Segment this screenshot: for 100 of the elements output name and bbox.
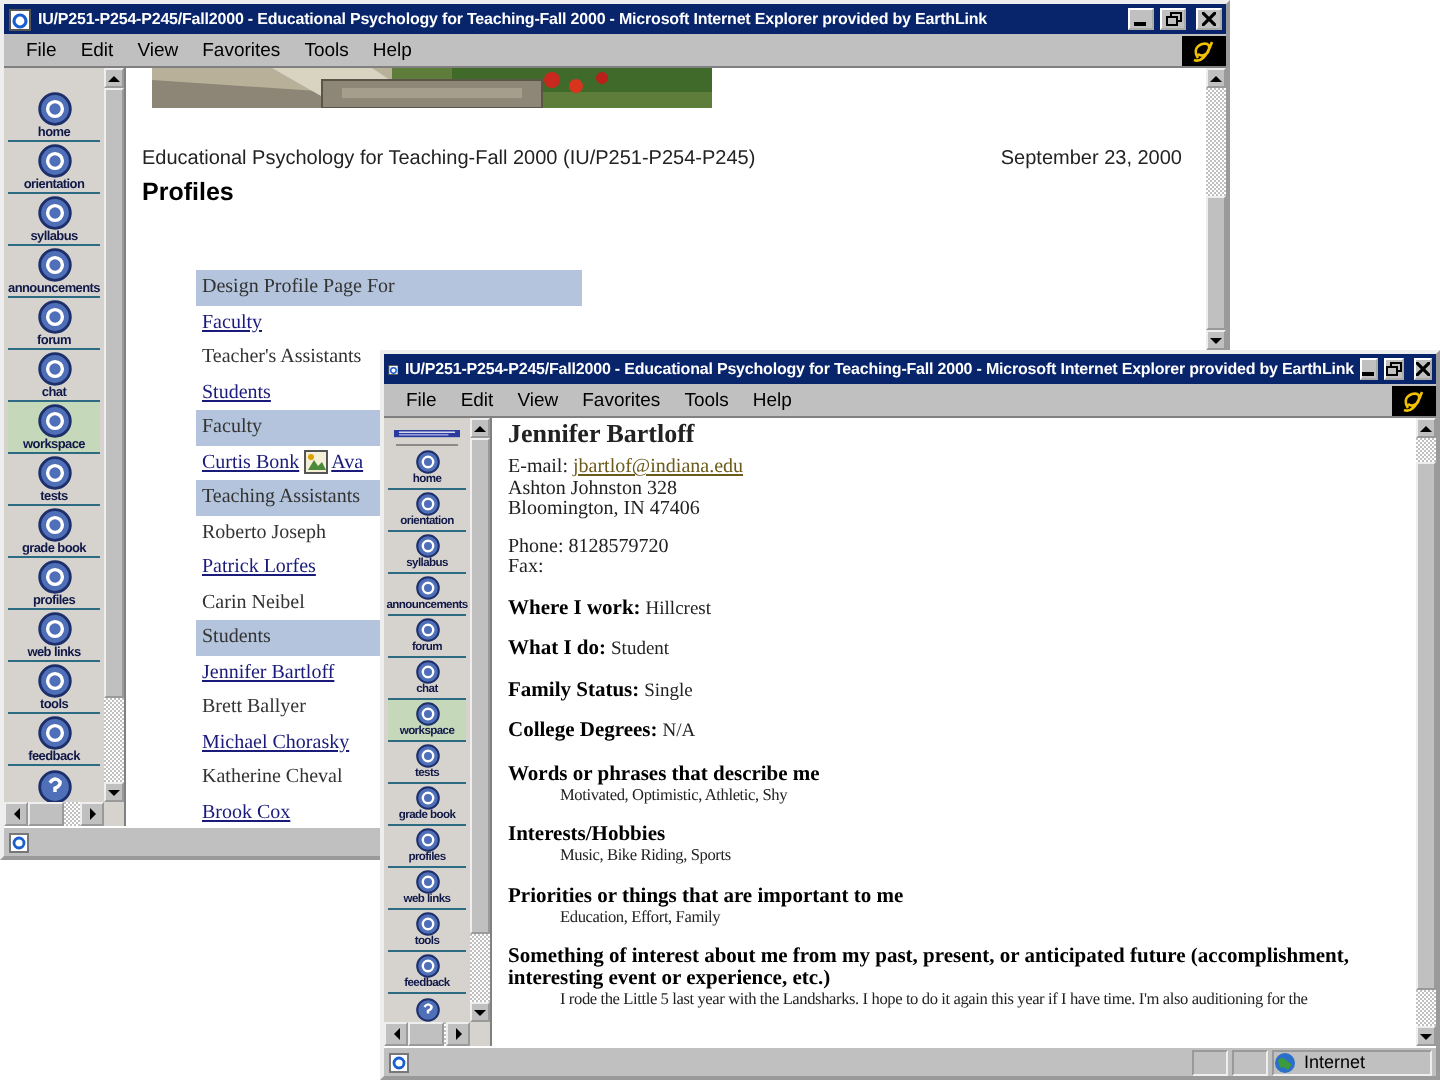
profile-link[interactable]: Students <box>202 381 271 404</box>
profile-link[interactable]: Faculty <box>202 311 262 334</box>
down-arrow-icon <box>1418 1028 1434 1044</box>
circle-icon <box>415 954 439 979</box>
circle-icon <box>415 744 439 769</box>
status-panel <box>1192 1049 1228 1075</box>
status-panel <box>1232 1049 1268 1075</box>
menu-item[interactable]: File <box>16 39 67 61</box>
field-value: Student <box>611 640 670 660</box>
scroll-left-button[interactable] <box>384 1022 408 1046</box>
profile-link[interactable]: Brook Cox <box>202 801 291 824</box>
close-icon <box>1416 362 1430 376</box>
scroll-up-button[interactable] <box>1416 418 1436 438</box>
circle-icon <box>37 91 71 126</box>
menu-item[interactable]: Favorites <box>572 389 671 411</box>
close-button[interactable] <box>1414 358 1432 380</box>
email-label: E-mail: <box>508 456 568 478</box>
circle-icon <box>37 507 71 542</box>
section-header: Teaching Assistants <box>196 480 380 515</box>
circle-icon <box>415 870 439 895</box>
menu-item[interactable]: Edit <box>450 389 504 411</box>
minimize-button[interactable] <box>1360 358 1378 380</box>
scroll-right-button[interactable] <box>446 1022 470 1046</box>
field-label: Interests/Hobbies <box>508 824 668 846</box>
profile-link[interactable]: Jennifer Bartloff <box>202 661 335 684</box>
field-label: Words or phrases that describe me <box>508 763 822 785</box>
scrollbar[interactable] <box>384 1022 470 1046</box>
window-title: IU/P251-P254-P245/Fall2000 - Educational Psychology for Teaching-Fall 2000 - Microsoft Internet Explorer provided by EarthLink <box>404 360 1354 378</box>
scroll-up-button[interactable] <box>1206 68 1226 88</box>
restore-button[interactable] <box>1160 8 1186 30</box>
scroll-thumb[interactable] <box>470 438 490 935</box>
circle-icon <box>415 828 439 853</box>
restore-icon <box>1165 12 1181 26</box>
menu-item[interactable]: Help <box>742 389 802 411</box>
section-header: Design Profile Page For <box>196 270 582 305</box>
circle-icon <box>415 702 439 727</box>
minimize-button[interactable] <box>1128 8 1154 30</box>
close-icon <box>1202 12 1216 26</box>
circle-icon <box>37 663 71 698</box>
page-icon <box>388 1051 410 1073</box>
email-link[interactable]: jbartlof@indiana.edu <box>573 456 744 478</box>
field-value: Hillcrest <box>645 599 712 619</box>
menu-item[interactable]: Help <box>362 39 422 61</box>
profile-link[interactable]: Curtis Bonk <box>202 451 300 474</box>
course-title: Educational Psychology for Teaching-Fall 2000 (IU/P251-P254-P245) <box>142 148 756 170</box>
page-icon <box>8 831 30 853</box>
scroll-thumb[interactable] <box>28 802 64 826</box>
scroll-down-button[interactable] <box>1206 330 1226 350</box>
menu-item[interactable]: File <box>396 389 447 411</box>
profile-name: Katherine Cheval <box>202 766 343 789</box>
circle-icon <box>415 618 439 643</box>
circle-icon <box>415 660 439 685</box>
menu-item[interactable]: View <box>507 389 569 411</box>
profile-link[interactable]: Ava <box>331 451 364 474</box>
profile-link[interactable]: Patrick Lorfes <box>202 556 316 579</box>
field-label: Something of interest about me from my past, present, or anticipated future (accomplishment, interesting event or experience, etc.) <box>508 946 1351 990</box>
scroll-left-button[interactable] <box>4 802 28 826</box>
up-arrow-icon <box>106 70 122 86</box>
scroll-right-button[interactable] <box>80 802 104 826</box>
field-label: Where I work: <box>508 597 641 619</box>
fax-text: Fax: <box>508 558 544 579</box>
address-line: Bloomington, IN 47406 <box>508 500 700 521</box>
scroll-down-button[interactable] <box>104 782 124 802</box>
page-heading: Profiles <box>142 178 234 206</box>
circle-icon <box>415 912 439 937</box>
menu-item[interactable]: Favorites <box>192 39 291 61</box>
circle-icon <box>37 403 71 438</box>
scroll-thumb[interactable] <box>1206 196 1226 330</box>
window-title: IU/P251-P254-P245/Fall2000 - Educational Psychology for Teaching-Fall 2000 - Microsoft Internet Explorer provided by EarthLink <box>38 10 990 28</box>
scrollbar[interactable] <box>104 68 124 802</box>
circle-icon <box>415 576 439 601</box>
scrollbar[interactable] <box>1416 418 1436 1046</box>
scroll-thumb[interactable] <box>408 1022 444 1046</box>
scrollbar[interactable] <box>1206 68 1226 350</box>
circle-icon <box>37 715 71 750</box>
field-label: College Degrees: <box>508 720 658 742</box>
section-header: Faculty <box>196 410 380 445</box>
field-value: N/A <box>662 722 696 742</box>
circle-icon <box>415 450 439 475</box>
scroll-up-button[interactable] <box>104 68 124 88</box>
menu-item[interactable]: Edit <box>70 39 124 61</box>
scrollbar[interactable] <box>470 418 490 1022</box>
scroll-thumb[interactable] <box>104 88 124 699</box>
menu-item[interactable]: Tools <box>674 389 739 411</box>
circle-icon <box>37 455 71 490</box>
scroll-down-button[interactable] <box>470 1002 490 1022</box>
scrollbar[interactable] <box>4 802 104 826</box>
menu-item[interactable]: View <box>127 39 189 61</box>
scroll-down-button[interactable] <box>1416 1026 1436 1046</box>
restore-button[interactable] <box>1384 358 1404 380</box>
menu-item[interactable]: Tools <box>294 39 359 61</box>
field-label: Priorities or things that are important to me <box>508 885 906 907</box>
circle-icon <box>415 786 439 811</box>
circle-icon <box>37 247 71 282</box>
scroll-up-button[interactable] <box>470 418 490 438</box>
profile-name: Brett Ballyer <box>202 696 306 719</box>
close-button[interactable] <box>1196 8 1222 30</box>
field-value: Education, Effort, Family <box>558 907 723 926</box>
profile-link[interactable]: Michael Chorasky <box>202 731 350 754</box>
scroll-thumb[interactable] <box>1416 461 1436 991</box>
